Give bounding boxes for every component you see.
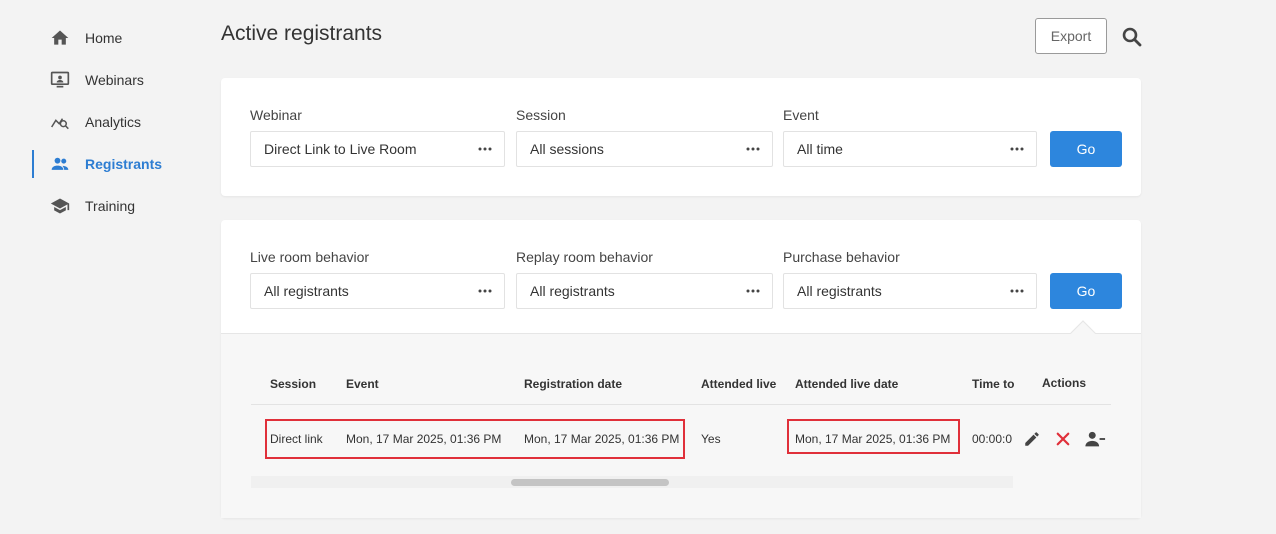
sidebar-item-home[interactable]: Home [32,24,192,52]
column-header-time-to[interactable]: Time to [972,377,1014,391]
event-select-value: All time [797,141,843,157]
column-header-registration-date[interactable]: Registration date [524,377,622,391]
purchase-behavior-value: All registrants [797,283,882,299]
session-label: Session [516,107,566,123]
behavior-filter-card: Live room behavior All registrants Repla… [221,220,1141,518]
sidebar-item-webinars[interactable]: Webinars [32,66,192,94]
more-dots-icon [745,141,761,157]
event-label: Event [783,107,819,123]
webinar-icon [50,70,70,90]
cell-attended-live: Yes [701,432,721,446]
sidebar-item-training[interactable]: Training [32,192,192,220]
more-dots-icon [1009,141,1025,157]
edit-pencil-icon[interactable] [1021,428,1043,450]
go-button-webinar[interactable]: Go [1050,131,1122,167]
page-title: Active registrants [221,22,383,45]
analytics-icon [50,112,70,132]
session-select[interactable]: All sessions [516,131,773,167]
sidebar-item-label: Home [85,30,123,46]
webinar-filter-card: Webinar Direct Link to Live Room Session… [221,78,1141,196]
divider [251,404,1111,405]
column-header-attended-live-date[interactable]: Attended live date [795,377,898,391]
column-header-actions: Actions [1042,376,1087,390]
highlight-box [787,419,960,454]
webinar-select[interactable]: Direct Link to Live Room [250,131,505,167]
delete-x-icon[interactable] [1052,428,1074,450]
sidebar-item-label: Training [85,198,136,214]
webinar-label: Webinar [250,107,302,123]
live-room-behavior-label: Live room behavior [250,249,370,265]
replay-room-behavior-select[interactable]: All registrants [516,273,773,309]
more-dots-icon [745,283,761,299]
live-room-behavior-value: All registrants [264,283,349,299]
search-icon[interactable] [1120,25,1144,49]
column-header-session[interactable]: Session [270,377,316,391]
column-header-attended-live[interactable]: Attended live [701,377,776,391]
column-header-event[interactable]: Event [346,377,379,391]
sidebar-item-label: Registrants [85,156,163,172]
export-button[interactable]: Export [1035,18,1107,54]
replay-room-behavior-label: Replay room behavior [516,249,653,265]
sidebar-item-label: Analytics [85,114,142,130]
go-button-behavior[interactable]: Go [1050,273,1122,309]
sidebar-item-label: Webinars [85,72,144,88]
people-icon [50,154,70,174]
highlight-box [265,419,685,459]
sidebar: Home Webinars Analytics Registrants Trai… [0,0,200,534]
more-dots-icon [1009,283,1025,299]
purchase-behavior-select[interactable]: All registrants [783,273,1037,309]
live-room-behavior-select[interactable]: All registrants [250,273,505,309]
remove-user-icon[interactable] [1084,428,1106,450]
replay-room-behavior-value: All registrants [530,283,615,299]
event-select[interactable]: All time [783,131,1037,167]
webinar-select-value: Direct Link to Live Room [264,141,417,157]
purchase-behavior-label: Purchase behavior [783,249,900,265]
more-dots-icon [477,283,493,299]
scrollbar-thumb[interactable] [511,479,669,486]
graduation-cap-icon [50,196,70,216]
cell-time-to: 00:00:0 [972,432,1013,446]
sidebar-item-registrants[interactable]: Registrants [32,150,192,178]
home-icon [50,28,70,48]
session-select-value: All sessions [530,141,604,157]
more-dots-icon [477,141,493,157]
sidebar-item-analytics[interactable]: Analytics [32,108,192,136]
